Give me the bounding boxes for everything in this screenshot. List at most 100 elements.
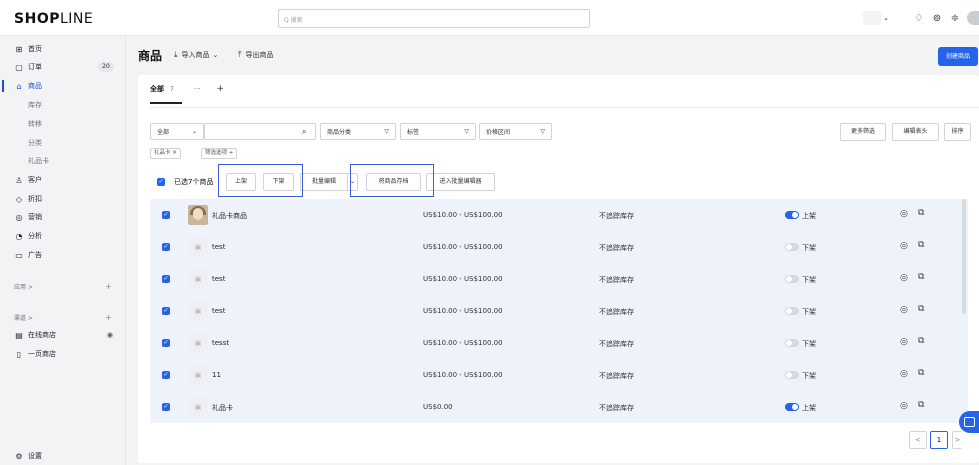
sidebar-item-products[interactable]: ⌂ 商品	[0, 79, 126, 93]
select-all-checkbox[interactable]: ✓	[157, 178, 165, 186]
add-channel-icon[interactable]: +	[105, 313, 112, 322]
create-product-button[interactable]: 创建商品	[938, 47, 978, 66]
gift-card-filter-chip[interactable]: 礼品卡 ✕	[150, 148, 181, 159]
edit-columns-button[interactable]: 编辑表头	[892, 123, 939, 141]
row-checkbox[interactable]: ✓	[162, 371, 170, 379]
chat-support-icon[interactable]	[959, 411, 979, 433]
publish-toggle[interactable]	[785, 211, 799, 219]
table-scrollbar[interactable]	[962, 199, 966, 314]
copy-icon[interactable]: ⧉	[918, 368, 924, 378]
sidebar-item-settings[interactable]: ⚙ 设置	[0, 449, 126, 463]
sidebar-item-analytics[interactable]: ◔ 分析	[0, 229, 126, 243]
search-input[interactable]: Q 搜索	[278, 9, 590, 28]
eye-icon[interactable]: ◉	[107, 331, 113, 339]
table-row[interactable]: ✓ ▣ tesst US$10.00 - US$100.00 不追踪库存 下架 …	[150, 327, 968, 359]
table-row[interactable]: ✓ ▣ test US$10.00 - US$100.00 不追踪库存 下架 ◎…	[150, 295, 968, 327]
price-filter[interactable]: 价格区间 ▽	[479, 123, 552, 140]
product-name[interactable]: 礼品卡商品	[212, 211, 247, 221]
help-icon[interactable]: ⊚	[929, 13, 945, 24]
bulk-editor-button[interactable]: 进入批量编辑器	[426, 173, 495, 191]
tag-filter[interactable]: 标签 ▽	[400, 123, 476, 140]
sort-button[interactable]: 排序	[944, 123, 971, 141]
category-filter[interactable]: 商品分类 ▽	[320, 123, 396, 140]
product-search-input[interactable]: ⌕	[204, 123, 316, 140]
sidebar-item-home[interactable]: ⊞ 首页	[0, 42, 126, 56]
next-page-button[interactable]: >	[952, 431, 962, 449]
page-1-button[interactable]: 1	[930, 431, 948, 449]
import-products-button[interactable]: ⤓ 导入商品 ⌄	[174, 50, 218, 60]
shopline-logo[interactable]: SHOPLINE	[14, 11, 93, 27]
table-row[interactable]: ✓ ▣ test US$10.00 - US$100.00 不追踪库存 下架 ◎…	[150, 263, 968, 295]
sidebar-item-marketing[interactable]: ◎ 营销	[0, 210, 126, 224]
eye-icon[interactable]: ◎	[900, 401, 908, 411]
table-row[interactable]: ✓ ▣ test US$10.00 - US$100.00 不追踪库存 下架 ◎…	[150, 231, 968, 263]
row-checkbox[interactable]: ✓	[162, 339, 170, 347]
sidebar-item-categories[interactable]: 分类	[0, 136, 126, 150]
row-checkbox[interactable]: ✓	[162, 243, 170, 251]
logo-text-sh: SH	[14, 11, 37, 27]
copy-icon[interactable]: ⧉	[918, 240, 924, 250]
home-icon: ⊞	[15, 44, 23, 54]
sidebar-item-online-store[interactable]: ▤ 在线商店 ◉	[0, 328, 126, 342]
publish-toggle[interactable]	[785, 243, 799, 251]
row-checkbox[interactable]: ✓	[162, 211, 170, 219]
price-filter-label: 价格区间	[486, 129, 511, 136]
sidebar-item-inventory[interactable]: 库存	[0, 98, 126, 112]
row-checkbox[interactable]: ✓	[162, 403, 170, 411]
publish-toggle[interactable]	[785, 339, 799, 347]
publish-toggle[interactable]	[785, 307, 799, 315]
product-name[interactable]: tesst	[212, 339, 229, 347]
add-filter-chip[interactable]: 筛选选项 +	[201, 148, 238, 159]
copy-icon[interactable]: ⧉	[918, 272, 924, 282]
copy-icon[interactable]: ⧉	[918, 336, 924, 346]
publish-toggle[interactable]	[785, 371, 799, 379]
sidebar-item-customers[interactable]: ♙ 客户	[0, 173, 126, 187]
sidebar-item-discounts[interactable]: ◇ 折扣	[0, 192, 126, 206]
search-icon[interactable]: ⌕	[302, 127, 306, 137]
avatar[interactable]	[967, 11, 979, 25]
more-tabs-icon[interactable]: ···	[194, 85, 201, 93]
sidebar-item-ads[interactable]: ▭ 广告	[0, 248, 126, 262]
prev-page-button[interactable]: <	[909, 431, 927, 449]
eye-icon[interactable]: ◎	[900, 337, 908, 347]
add-tab-icon[interactable]: +	[217, 84, 225, 94]
eye-icon[interactable]: ◎	[900, 305, 908, 315]
sidebar-apps-section[interactable]: 应用 > +	[0, 279, 126, 293]
bulk-edit-button[interactable]: 批量编辑	[300, 173, 348, 191]
product-name[interactable]: test	[212, 275, 225, 283]
sidebar-item-one-page-store[interactable]: ▯ 一页商店	[0, 347, 126, 361]
sidebar-item-orders[interactable]: ▢ 订单 20	[0, 60, 126, 74]
status-select[interactable]: 全部 ⌄	[150, 123, 204, 140]
table-row[interactable]: ✓ ▣ 11 US$10.00 - US$100.00 不追踪库存 下架 ◎ ⧉	[150, 359, 968, 391]
add-app-icon[interactable]: +	[105, 282, 112, 291]
tab-all[interactable]: 全部 7	[150, 84, 182, 104]
export-products-button[interactable]: ⤒ 导出商品	[238, 50, 274, 60]
chevron-down-icon[interactable]: ⌄	[883, 14, 889, 22]
product-stock: 不追踪库存	[599, 308, 634, 316]
eye-icon[interactable]: ◎	[900, 241, 908, 251]
copy-icon[interactable]: ⧉	[918, 208, 924, 218]
product-name[interactable]: 礼品卡	[212, 403, 233, 413]
sidebar-item-gift-cards[interactable]: 礼品卡	[0, 154, 126, 168]
copy-icon[interactable]: ⧉	[918, 304, 924, 314]
row-checkbox[interactable]: ✓	[162, 307, 170, 315]
store-switcher[interactable]	[863, 11, 882, 25]
product-name[interactable]: test	[212, 307, 225, 315]
eye-icon[interactable]: ◎	[900, 369, 908, 379]
table-row[interactable]: ✓ 礼品卡商品 US$10.00 - US$100.00 不追踪库存 上架 ◎ …	[150, 199, 968, 231]
sidebar-item-transfers[interactable]: 转移	[0, 117, 126, 131]
product-name[interactable]: 11	[212, 371, 221, 379]
copy-icon[interactable]: ⧉	[918, 400, 924, 410]
sidebar-channels-section[interactable]: 渠道 > +	[0, 310, 126, 324]
more-filters-button[interactable]: 更多筛选	[840, 123, 886, 141]
import-label: 导入商品	[181, 51, 210, 59]
publish-toggle[interactable]	[785, 403, 799, 411]
publish-toggle[interactable]	[785, 275, 799, 283]
eye-icon[interactable]: ◎	[900, 209, 908, 219]
wifi-icon[interactable]: ≑	[947, 13, 963, 24]
product-name[interactable]: test	[212, 243, 225, 251]
bell-icon[interactable]: ♢	[911, 13, 927, 24]
table-row[interactable]: ✓ ▣ 礼品卡 US$0.00 不追踪库存 上架 ◎ ⧉	[150, 391, 968, 423]
eye-icon[interactable]: ◎	[900, 273, 908, 283]
row-checkbox[interactable]: ✓	[162, 275, 170, 283]
